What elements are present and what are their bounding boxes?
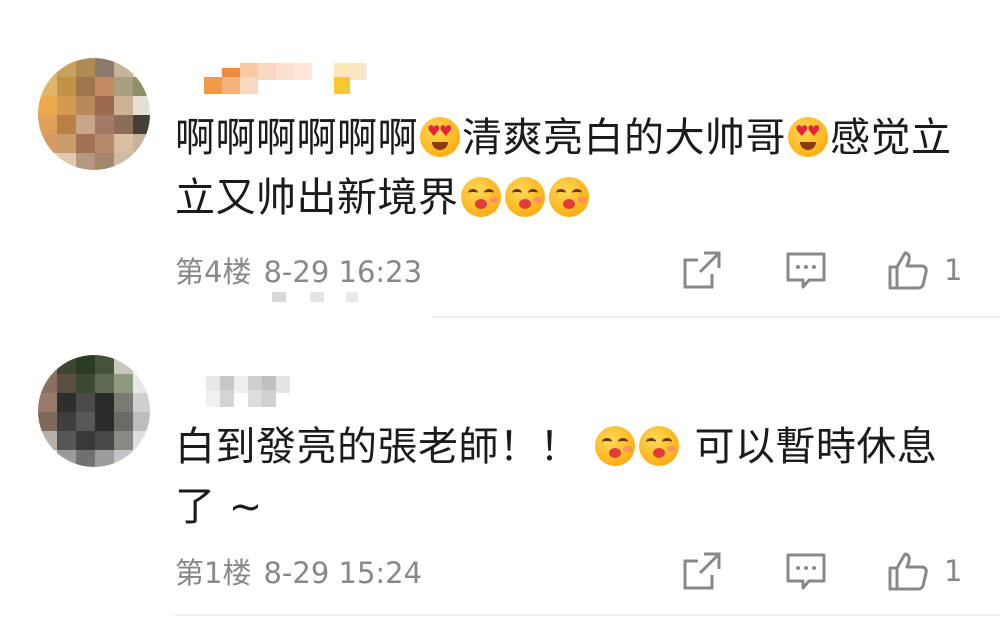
- avatar[interactable]: [38, 355, 150, 467]
- comment-text: 啊啊啊啊啊啊清爽亮白的大帅哥感觉立立又帅出新境界: [175, 108, 975, 228]
- thumbs-up-icon[interactable]: [886, 549, 930, 593]
- timestamp: 8-29 16:23: [263, 255, 423, 289]
- kiss-emoji: [639, 426, 680, 466]
- comment-icon[interactable]: [784, 549, 828, 593]
- comment-actions: 1: [680, 549, 980, 593]
- avatar[interactable]: [38, 58, 150, 170]
- timestamp: 8-29 15:24: [263, 556, 423, 590]
- comment-meta: 第4楼 8-29 16:23: [175, 254, 434, 290]
- comment-actions: 1: [680, 248, 980, 292]
- kiss-emoji: [460, 177, 501, 217]
- heart-eyes-emoji: [788, 117, 828, 157]
- heart-eyes-emoji: [420, 117, 460, 157]
- like-count: 1: [944, 253, 963, 287]
- blurred-text-remnant: [272, 292, 392, 302]
- share-icon[interactable]: [680, 549, 724, 593]
- share-icon[interactable]: [680, 248, 724, 292]
- divider: [175, 614, 1000, 616]
- kiss-emoji: [595, 426, 636, 466]
- comment-text-part: 啊啊啊啊啊啊: [175, 115, 418, 161]
- kiss-emoji: [548, 177, 589, 217]
- username[interactable]: [200, 373, 300, 407]
- comment-text: 白到發亮的張老師！！ 可以暫時休息了 ~: [175, 417, 975, 537]
- floor-label: 第4楼: [175, 255, 252, 289]
- floor-label: 第1楼: [175, 556, 252, 590]
- comment-item: 啊啊啊啊啊啊清爽亮白的大帅哥感觉立立又帅出新境界 第4楼 8-29 16:23: [0, 0, 1000, 318]
- comment-item: 白到發亮的張老師！！ 可以暫時休息了 ~ 第1楼 8-29 15:24 1: [0, 318, 1000, 638]
- comment-text-part: 白到發亮的張老師！！: [175, 424, 580, 470]
- comment-meta: 第1楼 8-29 15:24: [175, 555, 434, 591]
- thumbs-up-icon[interactable]: [886, 248, 930, 292]
- comment-text-part: 清爽亮白的大帅哥: [462, 115, 786, 161]
- kiss-emoji: [504, 177, 545, 217]
- username[interactable]: [200, 60, 370, 94]
- comment-icon[interactable]: [784, 248, 828, 292]
- like-count: 1: [944, 554, 963, 588]
